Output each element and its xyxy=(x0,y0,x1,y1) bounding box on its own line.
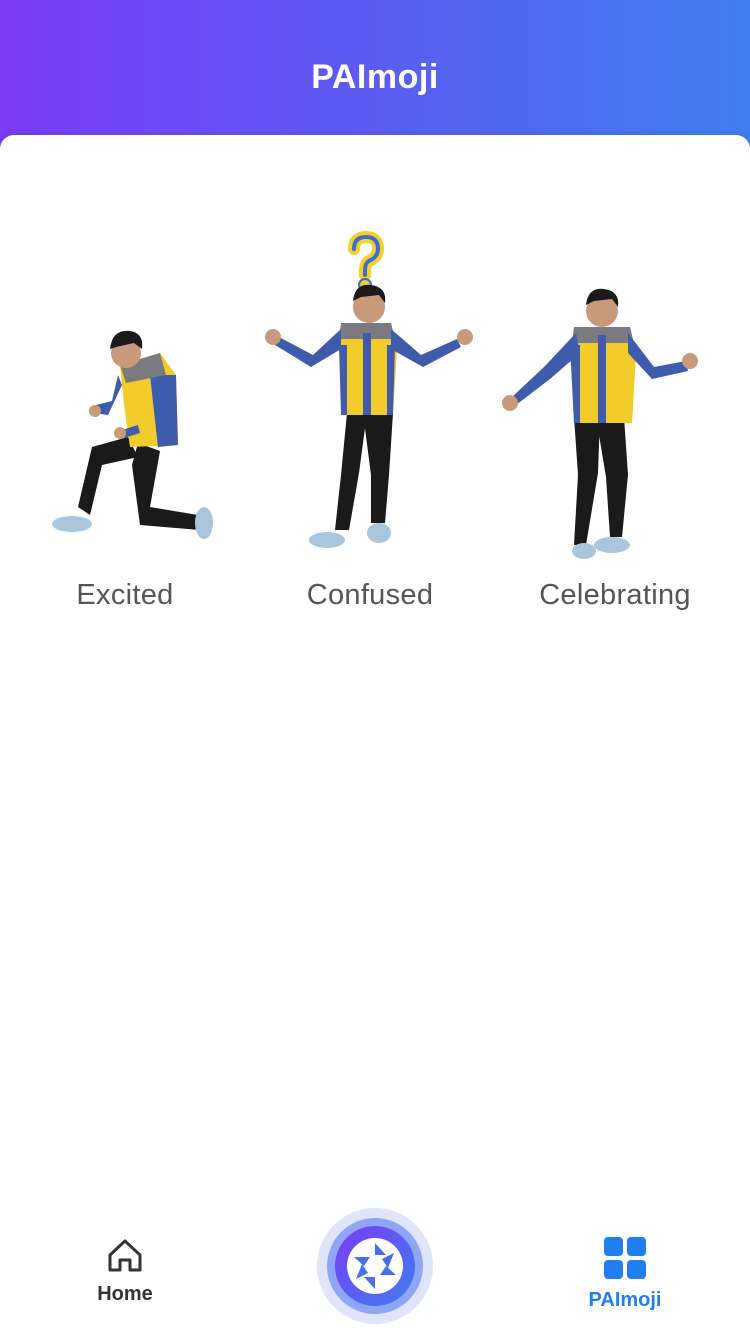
avatar-celebrating-figure xyxy=(502,288,698,559)
tab-paimoji-label: PAImoji xyxy=(588,1289,662,1311)
emoji-grid: Excited Confused Celebrating xyxy=(0,225,750,625)
camera-button[interactable] xyxy=(317,1208,433,1324)
tab-home-label: Home xyxy=(97,1283,153,1305)
tab-paimoji[interactable]: PAImoji xyxy=(555,1235,695,1315)
question-mark-icon xyxy=(348,230,385,292)
home-icon xyxy=(108,1239,142,1272)
avatar-excited-figure xyxy=(52,330,213,539)
emoji-label: Excited xyxy=(76,579,174,611)
camera-button-ring xyxy=(327,1218,423,1314)
emoji-item-confused[interactable]: Confused xyxy=(245,225,495,625)
page-title: PAImoji xyxy=(311,58,439,96)
tab-home[interactable]: Home xyxy=(55,1235,195,1315)
emoji-item-celebrating[interactable]: Celebrating xyxy=(490,225,740,625)
avatar-confused-figure xyxy=(265,230,473,548)
camera-button-core xyxy=(335,1226,415,1306)
aperture-icon xyxy=(347,1238,403,1294)
emoji-item-excited[interactable]: Excited xyxy=(0,225,250,625)
emoji-label: Confused xyxy=(306,579,434,611)
grid-icon xyxy=(604,1237,646,1279)
emoji-label: Celebrating xyxy=(539,579,691,611)
